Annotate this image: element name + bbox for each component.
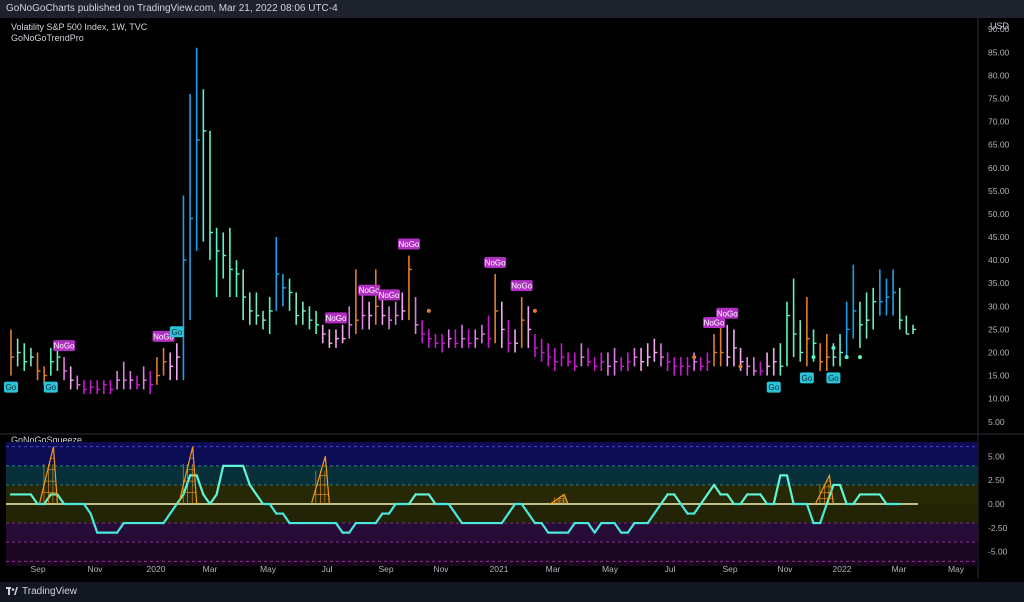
price-tick-label: 45.00 <box>988 232 1010 242</box>
marker-label: NoGo <box>511 282 532 291</box>
marker-label: NoGo <box>54 342 75 351</box>
marker-label: NoGo <box>379 291 400 300</box>
squeeze-zone <box>6 523 978 543</box>
time-axis-label: 2021 <box>490 564 509 574</box>
chart-window: GoNoGoCharts published on TradingView.co… <box>0 0 1024 602</box>
marker-label: Go <box>6 383 17 392</box>
time-axis-label: Jul <box>322 564 333 574</box>
time-axis-label: Mar <box>203 564 218 574</box>
time-axis-label: May <box>948 564 965 574</box>
footer-bar: TradingView <box>0 582 1024 602</box>
marker-label: NoGo <box>717 309 738 318</box>
price-tick-label: 70.00 <box>988 117 1010 127</box>
tradingview-logo-icon <box>6 587 18 595</box>
price-chart[interactable]: 5.00 10.00 15.00 20.00 25.00 30.00 35.00 40.00 4… <box>0 18 1024 578</box>
price-tick-label: 55.00 <box>988 186 1010 196</box>
price-tick-label: 40.00 <box>988 255 1010 265</box>
price-tick-label: 80.00 <box>988 70 1010 80</box>
time-axis-label: Sep <box>378 564 393 574</box>
price-tick-label: 10.00 <box>988 394 1010 404</box>
marker-label: NoGo <box>359 286 380 295</box>
time-axis-label: May <box>260 564 277 574</box>
marker-label: NoGo <box>485 258 506 267</box>
marker-label: NoGo <box>326 314 347 323</box>
time-axis-label: Mar <box>546 564 561 574</box>
marker-label: NoGo <box>398 240 419 249</box>
marker-label: Go <box>45 383 56 392</box>
squeeze-zone <box>6 465 978 485</box>
squeeze-tick-label: 5.00 <box>988 451 1005 461</box>
time-axis-label: 2022 <box>833 564 852 574</box>
signal-dot <box>831 345 836 350</box>
signal-dot <box>738 364 743 369</box>
price-tick-label: 30.00 <box>988 301 1010 311</box>
time-axis-label: Nov <box>777 564 793 574</box>
time-axis-label: Nov <box>87 564 103 574</box>
time-axis-label: 2020 <box>147 564 166 574</box>
time-axis-label: Jul <box>665 564 676 574</box>
signal-dot <box>426 308 431 313</box>
squeeze-zone <box>6 442 978 466</box>
marker-label: Go <box>768 383 779 392</box>
marker-label: Go <box>828 374 839 383</box>
squeeze-tick-label: 0.00 <box>988 499 1005 509</box>
time-axis-label: Mar <box>892 564 907 574</box>
publisher-bar: GoNoGoCharts published on TradingView.co… <box>0 0 1024 18</box>
price-tick-label: 20.00 <box>988 347 1010 357</box>
signal-dot <box>692 355 697 360</box>
time-axis-label: Nov <box>433 564 449 574</box>
squeeze-zone <box>6 504 978 524</box>
squeeze-tick-label: -5.00 <box>988 547 1008 557</box>
price-tick-label: 85.00 <box>988 47 1010 57</box>
signal-dot <box>857 355 862 360</box>
price-tick-label: 35.00 <box>988 278 1010 288</box>
time-axis-label: Sep <box>722 564 737 574</box>
signal-dot <box>532 308 537 313</box>
tradingview-brand: TradingView <box>22 586 78 597</box>
signal-dot <box>844 355 849 360</box>
price-tick-label: 60.00 <box>988 163 1010 173</box>
time-axis-label: May <box>602 564 619 574</box>
time-axis-label: Sep <box>30 564 45 574</box>
price-tick-label: 50.00 <box>988 209 1010 219</box>
marker-label: Go <box>171 328 182 337</box>
price-tick-label: 90.00 <box>988 24 1010 34</box>
squeeze-zone <box>6 542 978 566</box>
squeeze-tick-label: 2.50 <box>988 475 1005 485</box>
price-tick-label: 15.00 <box>988 371 1010 381</box>
marker-label: Go <box>802 374 813 383</box>
signal-dot <box>811 355 816 360</box>
price-tick-label: 5.00 <box>988 417 1005 427</box>
price-tick-label: 75.00 <box>988 94 1010 104</box>
price-tick-label: 25.00 <box>988 324 1010 334</box>
squeeze-tick-label: -2.50 <box>988 523 1008 533</box>
price-tick-label: 65.00 <box>988 140 1010 150</box>
marker-label: NoGo <box>704 319 725 328</box>
